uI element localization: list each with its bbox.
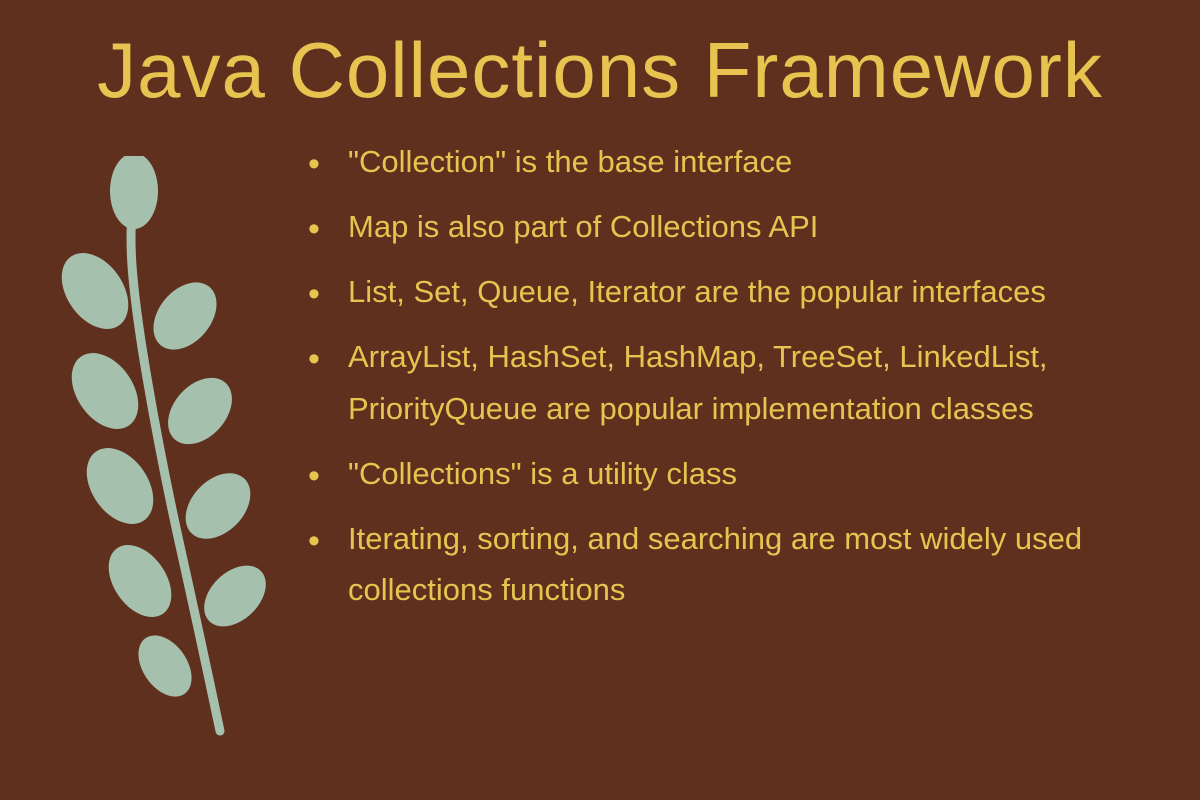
bullet-item: ArrayList, HashSet, HashMap, TreeSet, Li… bbox=[300, 331, 1170, 433]
bullet-list: "Collection" is the base interface Map i… bbox=[290, 136, 1200, 746]
bullet-item: "Collections" is a utility class bbox=[300, 448, 1170, 499]
bullet-item: "Collection" is the base interface bbox=[300, 136, 1170, 187]
bullet-item: Map is also part of Collections API bbox=[300, 201, 1170, 252]
bullet-item: Iterating, sorting, and searching are mo… bbox=[300, 513, 1170, 615]
page-title: Java Collections Framework bbox=[0, 0, 1200, 116]
bullet-item: List, Set, Queue, Iterator are the popul… bbox=[300, 266, 1170, 317]
decorative-leaf-container bbox=[40, 136, 290, 746]
bullets-container: "Collection" is the base interface Map i… bbox=[300, 136, 1170, 615]
leaf-branch-icon bbox=[50, 156, 280, 746]
content-area: "Collection" is the base interface Map i… bbox=[0, 136, 1200, 746]
